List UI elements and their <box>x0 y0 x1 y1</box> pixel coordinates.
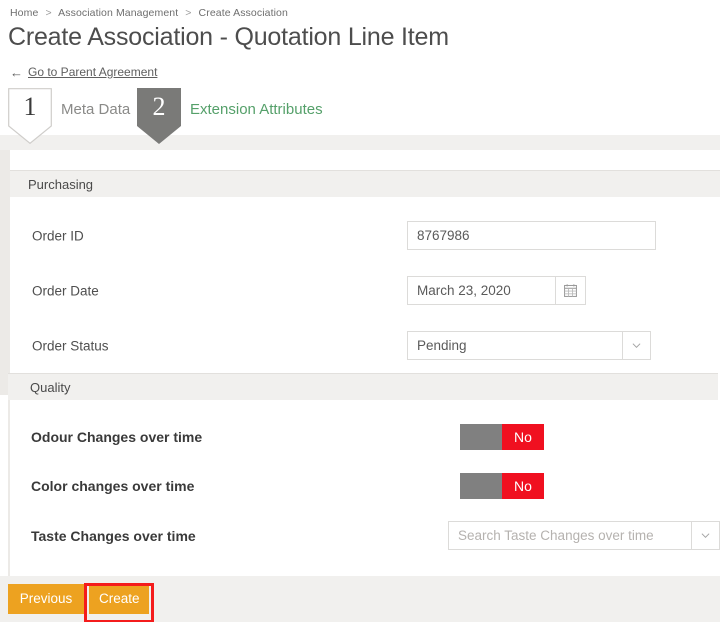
tab-meta-data[interactable]: 1 Meta Data <box>8 88 130 144</box>
section-header-quality: Quality <box>8 373 718 400</box>
calendar-picker-button[interactable] <box>556 276 586 305</box>
go-to-parent-agreement-link[interactable]: ← Go to Parent Agreement <box>10 65 157 79</box>
section-title-quality: Quality <box>10 380 70 395</box>
field-label-order-date: Order Date <box>32 284 99 299</box>
odour-changes-toggle-value: No <box>502 424 544 450</box>
breadcrumb-item-home[interactable]: Home <box>10 7 38 19</box>
wizard-steps: 1 Meta Data 2 Extension Attributes <box>0 88 720 150</box>
arrow-left-icon: ← <box>10 66 23 79</box>
breadcrumb-separator: > <box>45 7 51 19</box>
order-date-control <box>407 276 586 305</box>
field-row-color-changes: Color changes over time No <box>10 462 720 510</box>
chevron-down-icon <box>701 531 710 540</box>
step-badge-2: 2 <box>137 88 181 144</box>
field-label-color-changes: Color changes over time <box>31 478 194 494</box>
step-number-2: 2 <box>137 94 181 120</box>
order-status-dropdown-button[interactable] <box>622 331 651 360</box>
tab-extension-attributes[interactable]: 2 Extension Attributes <box>137 88 323 144</box>
toggle-knob <box>460 424 502 450</box>
field-label-odour-changes: Odour Changes over time <box>31 429 202 445</box>
tab-label-extension-attributes: Extension Attributes <box>190 101 323 118</box>
color-changes-toggle[interactable]: No <box>460 473 544 499</box>
create-button[interactable]: Create <box>89 584 149 614</box>
taste-changes-select[interactable]: Search Taste Changes over time <box>448 521 720 550</box>
field-row-odour-changes: Odour Changes over time No <box>10 413 720 461</box>
left-gutter-lower <box>0 395 8 576</box>
bottom-edge <box>0 622 720 626</box>
order-status-value: Pending <box>407 331 622 360</box>
taste-changes-dropdown-button[interactable] <box>691 521 720 550</box>
field-label-order-status: Order Status <box>32 339 109 354</box>
field-label-taste-changes: Taste Changes over time <box>31 528 196 544</box>
field-row-taste-changes: Taste Changes over time Search Taste Cha… <box>10 512 720 560</box>
field-row-order-id: Order ID <box>10 212 720 260</box>
calendar-icon <box>564 284 577 297</box>
step-number-1: 1 <box>8 94 52 120</box>
tab-label-meta-data: Meta Data <box>61 101 130 118</box>
field-row-order-status: Order Status Pending <box>10 322 720 370</box>
page-title: Create Association - Quotation Line Item <box>8 23 449 52</box>
order-date-input[interactable] <box>407 276 556 305</box>
section-header-purchasing: Purchasing <box>10 170 720 197</box>
field-row-order-date: Order Date <box>10 267 720 315</box>
form-card: Purchasing Order ID Order Date <box>10 150 720 576</box>
toggle-knob <box>460 473 502 499</box>
field-label-order-id: Order ID <box>32 229 84 244</box>
go-to-parent-agreement-label: Go to Parent Agreement <box>28 65 157 79</box>
chevron-down-icon <box>632 341 641 350</box>
footer-action-bar: Previous Create <box>0 576 720 626</box>
breadcrumb-item-create-association[interactable]: Create Association <box>199 7 288 19</box>
taste-changes-placeholder: Search Taste Changes over time <box>448 521 691 550</box>
odour-changes-toggle[interactable]: No <box>460 424 544 450</box>
breadcrumb-item-association-management[interactable]: Association Management <box>58 7 178 19</box>
section-title-purchasing: Purchasing <box>10 177 93 192</box>
breadcrumb-separator: > <box>185 7 191 19</box>
breadcrumb: Home > Association Management > Create A… <box>10 7 288 19</box>
order-status-select[interactable]: Pending <box>407 331 651 360</box>
order-id-input[interactable] <box>407 221 656 250</box>
color-changes-toggle-value: No <box>502 473 544 499</box>
previous-button[interactable]: Previous <box>8 584 84 614</box>
step-badge-1: 1 <box>8 88 52 144</box>
